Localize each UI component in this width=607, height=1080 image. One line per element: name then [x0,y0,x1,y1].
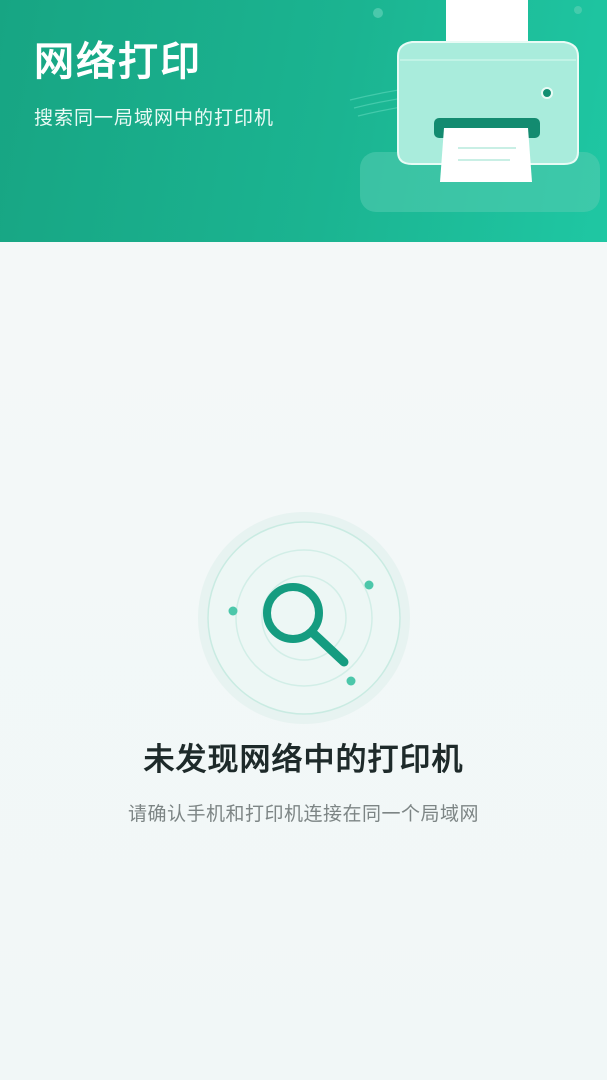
search-icon [198,512,410,724]
printer-icon [349,0,600,212]
empty-state-title: 未发现网络中的打印机 [143,742,464,778]
main-content: 未发现网络中的打印机 请确认手机和打印机连接在同一个局域网 [0,242,607,1080]
page-subtitle: 搜索同一局域网中的打印机 [34,107,275,129]
empty-state-hint: 请确认手机和打印机连接在同一个局域网 [127,803,479,825]
page-header: 网络打印 搜索同一局域网中的打印机 [0,0,607,242]
page-title: 网络打印 [34,39,202,85]
